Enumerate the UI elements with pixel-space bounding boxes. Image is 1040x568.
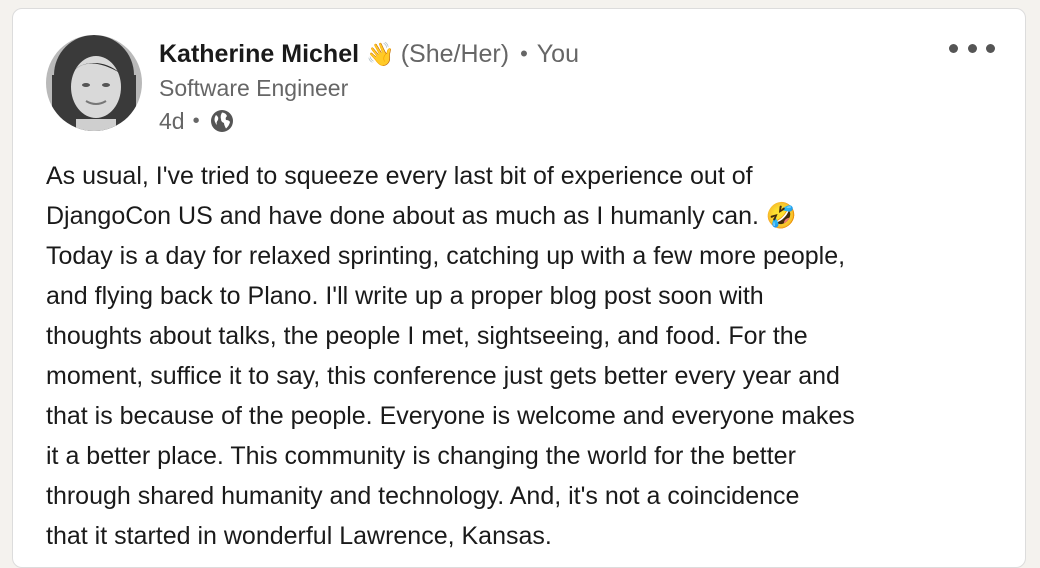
waving-hand-emoji: 👋 <box>366 40 395 67</box>
post-text-line: through shared humanity and technology. … <box>46 482 800 510</box>
connection-degree: You <box>536 39 579 68</box>
post-text-line: that is because of the people. Everyone … <box>46 402 855 430</box>
author-avatar[interactable] <box>46 35 142 131</box>
post-card: Katherine Michel 👋 (She/Her) • You Softw… <box>12 8 1026 568</box>
author-name[interactable]: Katherine Michel <box>159 40 359 69</box>
post-meta: 4d • <box>159 107 235 135</box>
post-text-line: moment, suffice it to say, this conferen… <box>46 362 840 390</box>
dot <box>986 43 995 53</box>
post-text-line: it a better place. This community is cha… <box>46 442 796 470</box>
post-text-line: that it started in wonderful Lawrence, K… <box>46 522 552 550</box>
separator-dot: • <box>520 41 528 66</box>
post-text-line: Today is a day for relaxed sprinting, ca… <box>46 242 846 270</box>
post-time[interactable]: 4d <box>159 108 185 135</box>
more-options-icon[interactable] <box>949 37 995 59</box>
globe-icon <box>209 108 235 134</box>
post-text-line: thoughts about talks, the people I met, … <box>46 322 808 350</box>
post-text-line: DjangoCon US and have done about as much… <box>46 202 798 230</box>
author-headline: Software Engineer <box>159 75 349 101</box>
separator-dot: • <box>192 109 200 132</box>
dot <box>949 43 958 53</box>
post-text: As usual, I've tried to squeeze every la… <box>46 156 1006 556</box>
post-text-line: As usual, I've tried to squeeze every la… <box>46 162 753 190</box>
author-pronouns: (She/Her) <box>400 39 510 68</box>
post-text-line: and flying back to Plano. I'll write up … <box>46 282 764 310</box>
dot <box>967 43 977 53</box>
author-name-row: Katherine Michel 👋 (She/Her) • You <box>159 37 579 71</box>
